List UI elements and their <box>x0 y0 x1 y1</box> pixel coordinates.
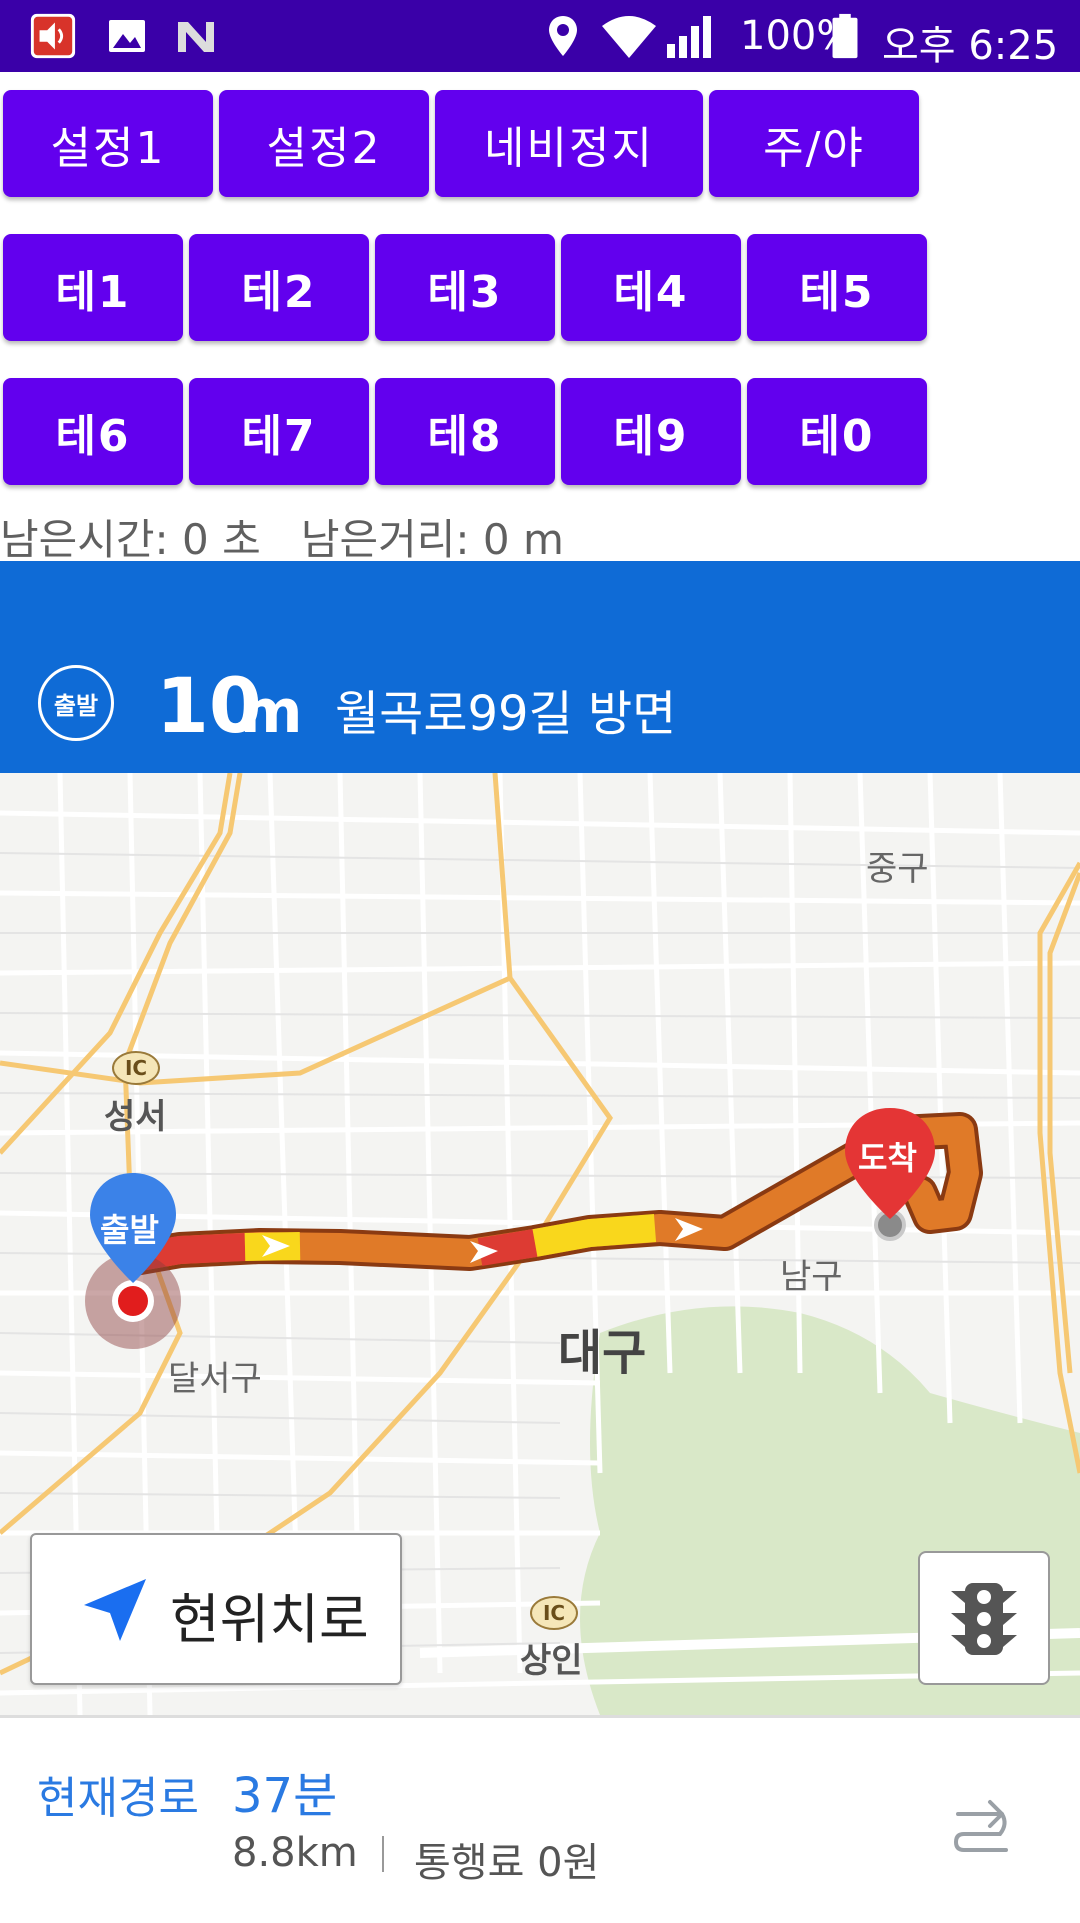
test-9-button[interactable]: 테9 <box>561 378 741 485</box>
location-icon <box>549 16 577 56</box>
n-logo-icon <box>178 22 214 52</box>
status-bar: 100% 오후 6:25 <box>0 0 1080 72</box>
test-0-button[interactable]: 테0 <box>747 378 927 485</box>
ic-badge-sangin: IC <box>530 1596 578 1630</box>
route-time: 37분 <box>232 1768 338 1824</box>
current-location-button[interactable]: 현위치로 <box>30 1533 402 1685</box>
remaining-time-distance: 남은시간: 0 초 남은거리: 0 m <box>0 515 564 564</box>
route-switch-icon[interactable] <box>952 1794 1012 1858</box>
clock: 오후 6:25 <box>882 23 1059 69</box>
traffic-toggle-button[interactable] <box>918 1551 1050 1685</box>
route-summary-panel[interactable]: 현재경로 37분 8.8km 통행료 0원 <box>0 1715 1080 1923</box>
ic-badge-seongseo: IC <box>112 1051 160 1085</box>
map-label-seongseo: 성서 <box>104 1097 167 1137</box>
start-badge: 출발 <box>38 665 114 741</box>
traffic-light-icon <box>951 1583 1017 1655</box>
route-distance: 8.8km <box>232 1830 358 1876</box>
start-marker-label[interactable]: 출발 <box>100 1205 159 1251</box>
end-marker-label[interactable]: 도착 <box>858 1133 917 1179</box>
test-7-button[interactable]: 테7 <box>189 378 369 485</box>
test-2-button[interactable]: 테2 <box>189 234 369 341</box>
navigation-arrow-icon <box>84 1579 146 1641</box>
current-location-label: 현위치로 <box>170 1588 369 1651</box>
map-label-dalseogu: 달서구 <box>168 1359 262 1399</box>
test-8-button[interactable]: 테8 <box>375 378 555 485</box>
map-label-namgu: 남구 <box>780 1257 843 1297</box>
signal-icon <box>667 16 711 58</box>
battery-icon <box>832 13 858 59</box>
divider <box>382 1836 384 1872</box>
test-3-button[interactable]: 테3 <box>375 234 555 341</box>
settings-1-button[interactable]: 설정1 <box>3 90 213 197</box>
guidance-banner: 출발 10 m 월곡로99길 방면 <box>0 561 1080 773</box>
route-name: 현재경로 <box>37 1773 199 1824</box>
map-label-junggu: 중구 <box>866 849 929 889</box>
image-icon <box>109 20 145 52</box>
guidance-distance-unit: m <box>240 677 303 747</box>
test-4-button[interactable]: 테4 <box>561 234 741 341</box>
nav-stop-button[interactable]: 네비정지 <box>435 90 703 197</box>
test-5-button[interactable]: 테5 <box>747 234 927 341</box>
speaker-icon <box>30 13 76 59</box>
test-1-button[interactable]: 테1 <box>3 234 183 341</box>
map-label-daegu: 대구 <box>558 1325 647 1381</box>
test-6-button[interactable]: 테6 <box>3 378 183 485</box>
settings-2-button[interactable]: 설정2 <box>219 90 429 197</box>
guidance-road: 월곡로99길 방면 <box>335 686 677 742</box>
map-label-sangin: 상인 <box>520 1641 583 1681</box>
route-toll: 통행료 0원 <box>414 1840 600 1886</box>
day-night-button[interactable]: 주/야 <box>709 90 919 197</box>
wifi-icon <box>602 16 656 58</box>
